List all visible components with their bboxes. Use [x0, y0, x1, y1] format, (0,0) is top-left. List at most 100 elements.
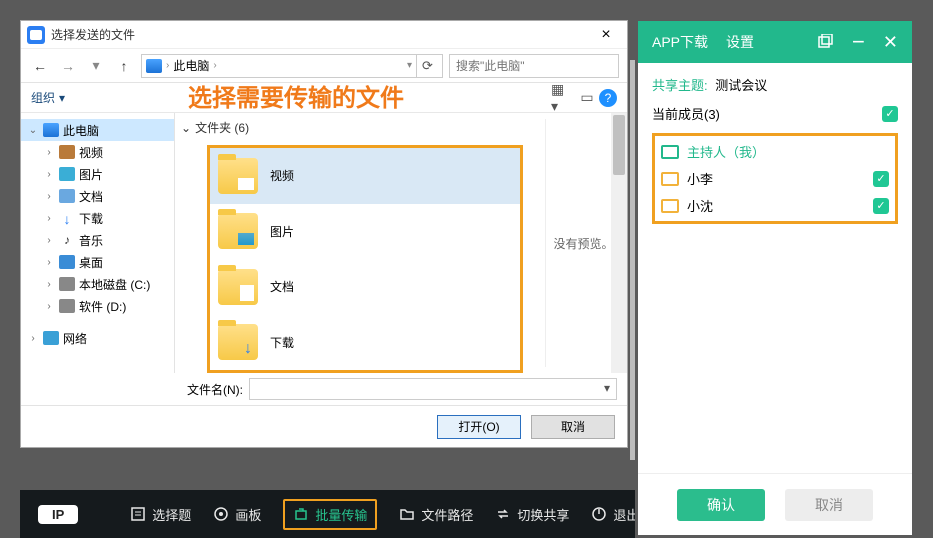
group-header[interactable]: ⌄ 文件夹 (6)	[181, 119, 249, 136]
toolbar-whiteboard[interactable]: 画板	[213, 499, 261, 530]
folder-row[interactable]: 文档	[210, 259, 520, 315]
nav-up-button[interactable]: ↑	[113, 55, 135, 77]
open-button[interactable]: 打开(O)	[437, 415, 521, 439]
batch-transfer-icon	[293, 506, 309, 522]
share-topic: 共享主题: 测试会议	[652, 75, 898, 94]
preview-pane: 没有预览。	[545, 119, 621, 367]
monitor-icon	[661, 172, 679, 186]
preview-pane-button[interactable]: ▭	[575, 88, 599, 108]
dialog-buttons: 打开(O) 取消	[21, 405, 627, 447]
chevron-down-icon: ⌄	[181, 121, 191, 135]
expand-icon[interactable]: ›	[43, 169, 55, 180]
tree-item-label: 桌面	[79, 254, 103, 271]
tree-item-vid[interactable]: › 视频	[21, 141, 174, 163]
tree-item-desk[interactable]: › 桌面	[21, 251, 174, 273]
expand-icon[interactable]: ›	[43, 257, 55, 268]
file-path-icon	[399, 506, 415, 522]
member-checkbox[interactable]: ✓	[873, 198, 889, 214]
nav-back-button[interactable]: ←	[29, 55, 51, 77]
disk-icon	[59, 299, 75, 313]
whiteboard-icon	[213, 506, 229, 522]
folder-row[interactable]: 视频	[210, 148, 520, 204]
dialog-title: 选择发送的文件	[51, 26, 591, 43]
monitor-icon	[661, 145, 679, 159]
expand-icon[interactable]: ⌄	[27, 125, 39, 136]
folder-row[interactable]: 图片	[210, 204, 520, 260]
select-question-icon	[130, 506, 146, 522]
file-open-dialog: 选择发送的文件 × ← → ▾ ↑ › 此电脑 › ▾ ⟳ 组织 ▾ ▦ ▾ ▭…	[20, 20, 628, 448]
organize-menu[interactable]: 组织 ▾	[31, 89, 65, 106]
dialog-titlebar: 选择发送的文件 ×	[21, 21, 627, 49]
tree-item-label: 音乐	[79, 232, 103, 249]
members-panel: APP下载 设置 − ✕ 共享主题: 测试会议 当前成员(3) ✓ 主持人（我）…	[635, 18, 915, 538]
music-icon: ♪	[59, 233, 75, 247]
expand-icon[interactable]: ›	[43, 279, 55, 290]
tree-item-dl[interactable]: ›↓下载	[21, 207, 174, 229]
confirm-button[interactable]: 确认	[677, 489, 765, 521]
breadcrumb[interactable]: › 此电脑 › ▾ ⟳	[141, 54, 443, 78]
toolbar-label: 画板	[235, 505, 261, 524]
filename-label: 文件名(N):	[187, 381, 243, 398]
scroll-thumb[interactable]	[613, 115, 625, 175]
cancel-button[interactable]: 取消	[785, 489, 873, 521]
member-row[interactable]: 主持人（我）	[661, 142, 889, 161]
tree-item-label: 此电脑	[63, 122, 99, 139]
ip-badge[interactable]: IP	[38, 505, 78, 524]
folder-tree[interactable]: ⌄此电脑›视频›图片›文档›↓下载›♪音乐›桌面›本地磁盘 (C:)›软件 (D…	[21, 113, 175, 373]
members-header: 当前成员(3) ✓	[652, 104, 898, 123]
tree-item-pc[interactable]: ⌄ 此电脑	[21, 119, 174, 141]
filename-input[interactable]	[249, 378, 617, 400]
toolbar: 组织 ▾ ▦ ▾ ▭ ?	[21, 83, 627, 113]
help-icon[interactable]: ?	[599, 89, 617, 107]
toolbar-batch-transfer[interactable]: 批量传输	[283, 499, 377, 530]
tree-item-disk[interactable]: ›本地磁盘 (C:)	[21, 273, 174, 295]
app-icon	[27, 26, 45, 44]
scrollbar[interactable]	[611, 113, 627, 373]
member-checkbox[interactable]: ✓	[873, 171, 889, 187]
toolbar-file-path[interactable]: 文件路径	[399, 499, 473, 530]
nav-forward-button[interactable]: →	[57, 55, 79, 77]
chevron-down-icon[interactable]: ▾	[407, 60, 412, 71]
file-grid: 视频图片文档下载	[207, 145, 523, 373]
panel-body: 共享主题: 测试会议 当前成员(3) ✓ 主持人（我） 小李✓ 小沈✓	[638, 63, 912, 473]
search-input[interactable]	[449, 54, 619, 78]
vid-icon	[59, 145, 75, 159]
toolbar-label: 批量传输	[315, 505, 367, 524]
expand-icon[interactable]: ›	[27, 333, 39, 344]
cancel-button[interactable]: 取消	[531, 415, 615, 439]
breadcrumb-segment[interactable]: 此电脑	[173, 57, 209, 74]
window-icon[interactable]	[818, 34, 834, 50]
member-row[interactable]: 小李✓	[661, 169, 889, 188]
tree-item-disk[interactable]: ›软件 (D:)	[21, 295, 174, 317]
nav-recent-button[interactable]: ▾	[85, 55, 107, 77]
exit-share-icon	[591, 506, 607, 522]
member-row[interactable]: 小沈✓	[661, 196, 889, 215]
switch-share-icon	[495, 506, 511, 522]
close-button[interactable]: ✕	[883, 32, 898, 53]
toolbar-label: 切换共享	[517, 505, 569, 524]
folder-label: 文档	[270, 278, 294, 295]
toolbar-select-question[interactable]: 选择题	[130, 499, 191, 530]
expand-icon[interactable]: ›	[43, 191, 55, 202]
expand-icon[interactable]: ›	[43, 235, 55, 246]
expand-icon[interactable]: ›	[43, 147, 55, 158]
folder-icon	[218, 213, 258, 249]
settings-link[interactable]: 设置	[726, 32, 754, 52]
toolbar-switch-share[interactable]: 切换共享	[495, 499, 569, 530]
close-button[interactable]: ×	[591, 26, 621, 44]
select-all-checkbox[interactable]: ✓	[882, 106, 898, 122]
expand-icon[interactable]: ›	[43, 213, 55, 224]
tree-item-doc[interactable]: ›文档	[21, 185, 174, 207]
tree-item-label: 视频	[79, 144, 103, 161]
members-list: 主持人（我） 小李✓ 小沈✓	[652, 133, 898, 224]
tree-item-net[interactable]: ›网络	[21, 327, 174, 349]
expand-icon[interactable]: ›	[43, 301, 55, 312]
refresh-button[interactable]: ⟳	[416, 55, 438, 77]
tree-item-pic[interactable]: › 图片	[21, 163, 174, 185]
app-download-link[interactable]: APP下载	[652, 32, 708, 52]
folder-row[interactable]: 下载	[210, 315, 520, 371]
tree-item-music[interactable]: › ♪ 音乐	[21, 229, 174, 251]
minimize-button[interactable]: −	[852, 29, 865, 55]
view-mode-button[interactable]: ▦ ▾	[551, 88, 575, 108]
tree-item-label: 图片	[79, 166, 103, 183]
